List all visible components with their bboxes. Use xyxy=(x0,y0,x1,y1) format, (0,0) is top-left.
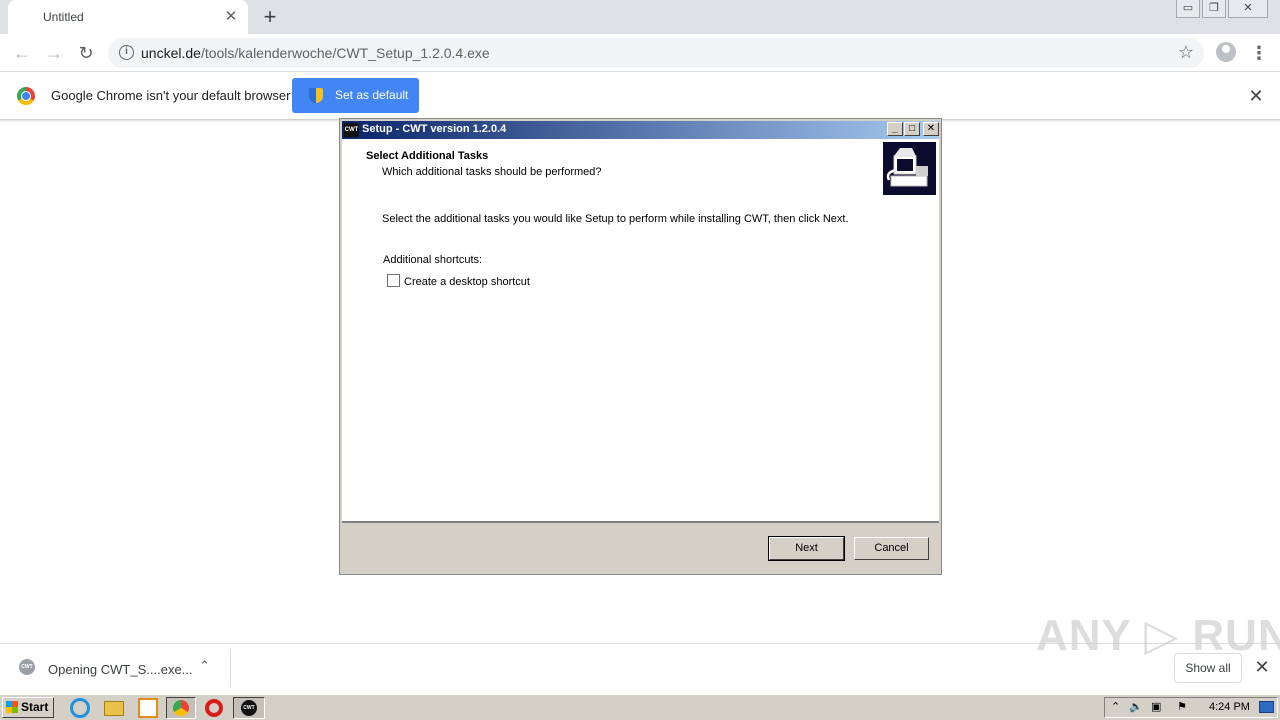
dialog-footer: Next Cancel xyxy=(342,525,939,572)
chrome-logo-icon xyxy=(17,87,35,105)
windows-flag-icon xyxy=(6,701,18,713)
tab-title: Untitled xyxy=(43,10,84,24)
uac-shield-icon xyxy=(309,88,323,103)
back-arrow-icon[interactable]: ← xyxy=(9,40,35,66)
infobar-close-icon[interactable]: ✕ xyxy=(1246,86,1266,106)
show-all-button[interactable]: Show all xyxy=(1174,653,1242,683)
chevron-up-icon[interactable]: ⌃ xyxy=(199,658,210,674)
action-center-flag-icon[interactable]: ⚑ xyxy=(1177,700,1187,713)
setup-computer-icon xyxy=(883,142,936,195)
download-file-icon: CWT xyxy=(19,659,35,675)
tab-strip: Untitled ✕ + ▭ ❐ ✕ xyxy=(0,0,1280,34)
dialog-title: Setup - CWT version 1.2.0.4 xyxy=(362,123,507,135)
dialog-maximize-button[interactable]: □ xyxy=(904,122,920,136)
dialog-titlebar[interactable]: CWT Setup - CWT version 1.2.0.4 _ □ ✕ xyxy=(342,121,939,139)
default-browser-infobar: Google Chrome isn't your default browser… xyxy=(0,72,1280,120)
dialog-instruction: Select the additional tasks you would li… xyxy=(382,213,849,225)
start-label: Start xyxy=(21,700,49,714)
url-text[interactable]: unckel.de/tools/kalenderwoche/CWT_Setup_… xyxy=(141,45,490,61)
chrome-taskbar-icon[interactable] xyxy=(166,697,196,719)
media-player-icon[interactable] xyxy=(138,698,158,718)
anyrun-watermark: ANY ▷ RUN xyxy=(1036,611,1280,660)
bookmark-star-icon[interactable]: ☆ xyxy=(1178,42,1194,63)
profile-avatar-icon[interactable] xyxy=(1216,42,1236,62)
start-button[interactable]: Start xyxy=(2,697,54,718)
window-close-button[interactable]: ✕ xyxy=(1228,0,1268,18)
dialog-close-button[interactable]: ✕ xyxy=(923,122,939,136)
browser-toolbar: ← → ↻ i unckel.de/tools/kalenderwoche/CW… xyxy=(0,34,1280,72)
downloads-bar: CWT Opening CWT_S....exe... ⌃ ANY ▷ RUN … xyxy=(0,611,1280,692)
tab-close-icon[interactable]: ✕ xyxy=(222,8,240,26)
download-item-text[interactable]: Opening CWT_S....exe... xyxy=(48,662,193,677)
dialog-subheading: Which additional tasks should be perform… xyxy=(382,166,602,178)
system-tray: ⌃ 🔈 ▣ ⚑ 4:24 PM xyxy=(1104,697,1278,718)
screen: Untitled ✕ + ▭ ❐ ✕ ← → ↻ i unckel.de/too… xyxy=(0,0,1280,720)
opera-icon[interactable] xyxy=(205,699,223,717)
file-explorer-icon[interactable] xyxy=(104,701,124,716)
tab-untitled[interactable]: Untitled ✕ xyxy=(8,0,248,34)
forward-arrow-icon[interactable]: → xyxy=(41,40,67,66)
new-tab-button[interactable]: + xyxy=(258,6,282,30)
show-desktop-icon[interactable] xyxy=(1259,701,1274,713)
minimize-button[interactable]: ▭ xyxy=(1176,0,1200,18)
cwt-app-icon: CWT xyxy=(344,123,359,137)
downloads-close-icon[interactable]: ✕ xyxy=(1252,657,1272,677)
dialog-header: Select Additional Tasks Which additional… xyxy=(342,139,939,197)
set-as-default-label: Set as default xyxy=(335,88,409,102)
desktop-shortcut-checkbox[interactable] xyxy=(387,274,400,287)
reload-icon[interactable]: ↻ xyxy=(73,40,99,66)
setup-computer-graphic xyxy=(886,148,928,187)
dialog-body: Select the additional tasks you would li… xyxy=(342,197,939,523)
shortcuts-group-label: Additional shortcuts: xyxy=(383,254,483,266)
dialog-heading: Select Additional Tasks xyxy=(366,150,489,162)
menu-kebab-icon[interactable]: ⋮ xyxy=(1250,40,1268,66)
cancel-button[interactable]: Cancel xyxy=(854,537,929,560)
setup-dialog: CWT Setup - CWT version 1.2.0.4 _ □ ✕ Se… xyxy=(339,118,942,575)
downloads-divider xyxy=(230,649,231,687)
dialog-minimize-button[interactable]: _ xyxy=(887,122,903,136)
set-as-default-button[interactable]: Set as default xyxy=(292,78,419,113)
tray-expand-icon[interactable]: ⌃ xyxy=(1111,700,1120,713)
next-button[interactable]: Next xyxy=(768,536,845,561)
volume-icon[interactable]: 🔈 xyxy=(1129,700,1143,713)
address-bar[interactable]: i unckel.de/tools/kalenderwoche/CWT_Setu… xyxy=(108,38,1204,68)
infobar-message: Google Chrome isn't your default browser xyxy=(51,88,291,103)
url-path: /tools/kalenderwoche/CWT_Setup_1.2.0.4.e… xyxy=(200,45,490,61)
desktop-shortcut-label[interactable]: Create a desktop shortcut xyxy=(404,276,530,288)
network-icon[interactable]: ▣ xyxy=(1151,700,1161,713)
cwt-setup-taskbar-icon[interactable] xyxy=(233,697,265,719)
url-host: unckel.de xyxy=(141,45,201,61)
taskbar-clock[interactable]: 4:24 PM xyxy=(1209,701,1250,713)
info-icon[interactable]: i xyxy=(119,45,134,60)
restore-button[interactable]: ❐ xyxy=(1202,0,1226,18)
window-controls: ▭ ❐ ✕ xyxy=(1176,0,1268,20)
taskbar: Start ⌃ 🔈 ▣ ⚑ 4:24 PM xyxy=(0,694,1280,720)
internet-explorer-icon[interactable] xyxy=(70,698,90,718)
